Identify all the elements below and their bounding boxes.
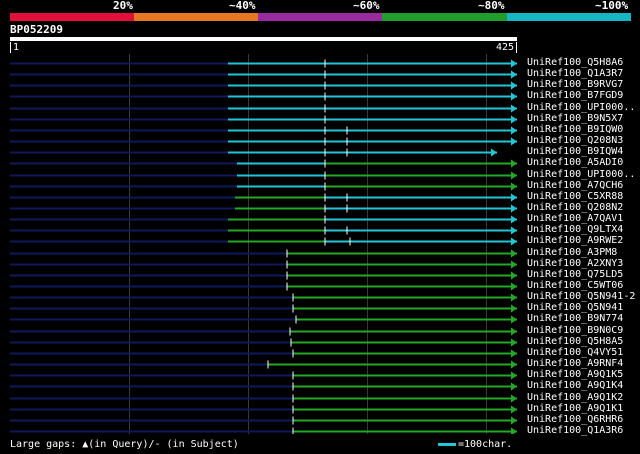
hit-arrow-head — [511, 315, 517, 324]
identity-scale-bar — [10, 13, 631, 21]
gaps-legend: Large gaps: ▲(in Query)/- (in Subject) — [10, 439, 239, 450]
hit-arrow-head — [511, 137, 517, 146]
hit-arrow-head — [511, 282, 517, 291]
hit-arrow-head — [511, 215, 517, 224]
ruler-end: 425 — [495, 42, 514, 53]
hit-arrow-head — [511, 327, 517, 336]
hit-arrow-head — [491, 148, 497, 157]
hit-label[interactable]: UniRef100_A2XNY3 — [527, 258, 623, 269]
hit-label[interactable]: UniRef100_Q4VY51 — [527, 347, 623, 358]
hit-label[interactable]: UniRef100_C5XR88 — [527, 191, 623, 202]
legend-label: =100char. — [458, 439, 513, 450]
hit-arrow-head — [511, 92, 517, 101]
hit-arrow-head — [511, 338, 517, 347]
hit-arrow-head — [511, 349, 517, 358]
hit-label[interactable]: UniRef100_Q6RHR6 — [527, 414, 623, 425]
hit-arrow-head — [511, 304, 517, 313]
hit-label[interactable]: UniRef100_B9IQW4 — [527, 146, 623, 157]
hit-label[interactable]: UniRef100_Q208N3 — [527, 135, 623, 146]
hit-arrow-head — [511, 115, 517, 124]
scale-label-40: ~40% — [229, 0, 256, 12]
hit-label[interactable]: UniRef100_A9Q1K4 — [527, 380, 623, 391]
hit-arrow-head — [511, 394, 517, 403]
hit-arrow-head — [511, 204, 517, 213]
hit-label[interactable]: UniRef100_C5WT06 — [527, 280, 623, 291]
hit-arrow-head — [511, 104, 517, 113]
scale-label-100: ~100% — [595, 0, 629, 12]
hit-label[interactable]: UniRef100_A9RNF4 — [527, 358, 623, 369]
hit-arrow-head — [511, 237, 517, 246]
scale-legend: =100char. — [438, 439, 512, 451]
hit-label[interactable]: UniRef100_A7QCH6 — [527, 180, 623, 191]
hit-label[interactable]: UniRef100_A3PM8 — [527, 247, 617, 258]
hit-label[interactable]: UniRef100_Q1A3R6 — [527, 425, 623, 436]
scale-segment-100 — [507, 13, 631, 21]
hit-arrow-head — [511, 360, 517, 369]
hit-label[interactable]: UniRef100_A9Q1K5 — [527, 369, 623, 380]
ruler-end-tick — [516, 42, 517, 53]
hit-arrow-head — [511, 271, 517, 280]
hit-arrow-head — [511, 249, 517, 258]
hit-arrow-head — [511, 226, 517, 235]
hit-arrow-head — [511, 81, 517, 90]
hit-arrow-head — [511, 171, 517, 180]
hit-label[interactable]: UniRef100_B9N774 — [527, 313, 623, 324]
hit-label[interactable]: UniRef100_Q5N941 — [527, 302, 623, 313]
hit-label[interactable]: UniRef100_B9IQW0 — [527, 124, 623, 135]
scale-label-20: 20% — [113, 0, 133, 12]
scale-label-60: ~60% — [353, 0, 380, 12]
hit-arrow-head — [511, 405, 517, 414]
hit-label[interactable]: UniRef100_B9N5X7 — [527, 113, 623, 124]
hit-label[interactable]: UniRef100_B9RVG7 — [527, 79, 623, 90]
hit-arrow-head — [511, 70, 517, 79]
legend-bar — [438, 442, 456, 446]
hit-label[interactable]: UniRef100_B9N0C9 — [527, 325, 623, 336]
hit-label[interactable]: UniRef100_A9Q1K2 — [527, 392, 623, 403]
hit-label[interactable]: UniRef100_Q5N941-2 — [527, 291, 635, 302]
scale-label-80: ~80% — [478, 0, 505, 12]
scale-segment-20 — [10, 13, 134, 21]
hit-label[interactable]: UniRef100_UPI000.. — [527, 102, 635, 113]
scale-segment-80 — [382, 13, 507, 21]
hit-label[interactable]: UniRef100_Q1A3R7 — [527, 68, 623, 79]
hits-svg — [10, 59, 517, 434]
hit-arrow-head — [511, 126, 517, 135]
query-bar — [10, 37, 517, 41]
hit-label[interactable]: UniRef100_A7QAV1 — [527, 213, 623, 224]
hit-label[interactable]: UniRef100_Q5H8A5 — [527, 336, 623, 347]
alignment-plot — [10, 54, 517, 434]
hit-label[interactable]: UniRef100_Q9LTX4 — [527, 224, 623, 235]
hit-label[interactable]: UniRef100_Q75LD5 — [527, 269, 623, 280]
hit-arrow-head — [511, 382, 517, 391]
hit-label[interactable]: UniRef100_Q5H8A6 — [527, 57, 623, 68]
ruler-start: 1 — [13, 42, 20, 53]
hit-label[interactable]: UniRef100_Q208N2 — [527, 202, 623, 213]
hit-arrow-head — [511, 293, 517, 302]
hit-label[interactable]: UniRef100_A9RWE2 — [527, 235, 623, 246]
hit-label[interactable]: UniRef100_A9Q1K1 — [527, 403, 623, 414]
hit-arrow-head — [511, 416, 517, 425]
hit-arrow-head — [511, 59, 517, 68]
hit-label[interactable]: UniRef100_UPI000.. — [527, 169, 635, 180]
hit-arrow-head — [511, 260, 517, 269]
hit-label[interactable]: UniRef100_B7FGD9 — [527, 90, 623, 101]
query-id: BP052209 — [10, 23, 63, 36]
hit-arrow-head — [511, 159, 517, 168]
scale-segment-40 — [134, 13, 258, 21]
hit-arrow-head — [511, 371, 517, 380]
hit-arrow-head — [511, 193, 517, 202]
query-ruler: 1 425 — [10, 42, 517, 54]
hit-label[interactable]: UniRef100_A5ADI0 — [527, 157, 623, 168]
hit-arrow-head — [511, 182, 517, 191]
ruler-start-tick — [10, 42, 11, 53]
scale-segment-60 — [258, 13, 382, 21]
